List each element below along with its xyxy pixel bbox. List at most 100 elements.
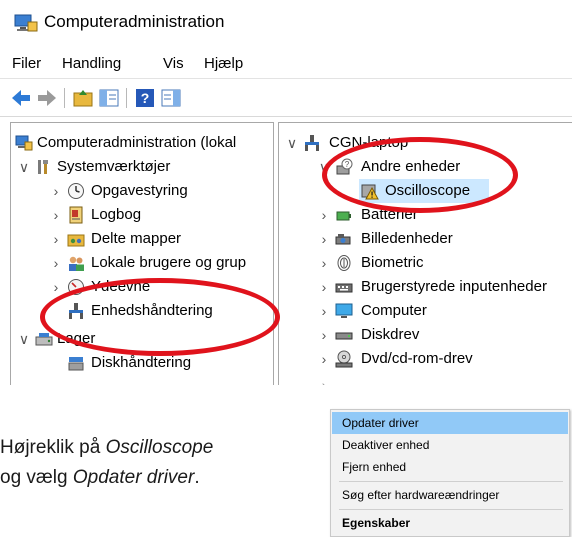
chevron-down-icon[interactable]: ∨ xyxy=(317,155,331,179)
tree-item-disk-management[interactable]: Diskhåndtering xyxy=(11,351,273,375)
context-menu: Opdater driver Deaktiver enhed Fjern enh… xyxy=(330,409,570,537)
chevron-right-icon[interactable]: › xyxy=(317,347,331,371)
disk-drive-icon xyxy=(335,332,353,340)
tree-label: Delte mapper xyxy=(91,230,182,247)
tree-label: Andre enheder xyxy=(361,158,461,175)
camera-icon xyxy=(335,234,351,245)
device-group-dvd[interactable]: › Dvd/cd-rom-drev xyxy=(279,347,572,371)
device-group-biometric[interactable]: › Biometric xyxy=(279,251,572,275)
menu-item-scan-hardware[interactable]: Søg efter hardwareændringer xyxy=(332,484,568,506)
tree-item-performance[interactable]: › Ydeevne xyxy=(11,275,273,299)
menu-item-label: Opdater driver xyxy=(342,416,419,430)
tree-label: Biometric xyxy=(361,254,424,271)
svg-text:?: ? xyxy=(141,90,150,106)
tree-item-device-manager[interactable]: Enhedshåndtering xyxy=(11,299,273,323)
device-group-partial: › xyxy=(279,373,572,385)
menu-item-label: Deaktiver enhed xyxy=(342,438,430,452)
chevron-right-icon[interactable]: › xyxy=(317,203,331,227)
show-action-pane-icon[interactable] xyxy=(160,87,182,109)
chevron-down-icon[interactable]: ∨ xyxy=(285,131,299,155)
tree-label: Computeradministration (lokal xyxy=(37,134,237,151)
tree-label: Systemværktøjer xyxy=(57,158,171,175)
menu-view[interactable]: Vis xyxy=(163,55,184,72)
device-manager-icon xyxy=(305,135,319,151)
console-tree-pane: Computeradministration (lokal ∨ Systemvæ… xyxy=(10,122,274,385)
menu-item-label: Egenskaber xyxy=(342,516,411,530)
tree-item-storage[interactable]: ∨ Lager xyxy=(11,327,273,351)
title-bar: Computeradministration xyxy=(0,0,572,46)
chevron-down-icon[interactable]: ∨ xyxy=(17,327,31,351)
menu-item-update-driver[interactable]: Opdater driver xyxy=(332,412,568,434)
back-arrow-icon[interactable] xyxy=(10,87,32,109)
chevron-right-icon[interactable]: › xyxy=(317,275,331,299)
tree-label: Oscilloscope xyxy=(385,182,471,199)
menu-item-disable-device[interactable]: Deaktiver enhed xyxy=(332,434,568,456)
chevron-right-icon[interactable]: › xyxy=(49,275,63,299)
menu-item-label: Søg efter hardwareændringer xyxy=(342,488,500,502)
tree-label: Dvd/cd-rom-drev xyxy=(361,350,473,367)
chevron-right-icon: › xyxy=(321,377,327,385)
forward-arrow-icon[interactable] xyxy=(36,87,58,109)
device-group-disk-drives[interactable]: › Diskdrev xyxy=(279,323,572,347)
menu-separator xyxy=(339,509,563,510)
device-tree-pane: ∨ CGN-laptop ∨ ? Andre enheder Oscillosc… xyxy=(278,122,572,385)
warning-device-icon xyxy=(361,184,379,200)
menu-separator xyxy=(339,481,563,482)
tree-label: Brugerstyrede inputenheder xyxy=(361,278,547,295)
tree-item-shared-folders[interactable]: › Delte mapper xyxy=(11,227,273,251)
chevron-right-icon[interactable]: › xyxy=(49,203,63,227)
event-log-icon xyxy=(69,206,83,224)
tree-item-local-users[interactable]: › Lokale brugere og grup xyxy=(11,251,273,275)
menu-item-properties[interactable]: Egenskaber xyxy=(332,512,568,534)
device-group-computer[interactable]: › Computer xyxy=(279,299,572,323)
chevron-right-icon[interactable]: › xyxy=(317,323,331,347)
chevron-right-icon[interactable]: › xyxy=(317,299,331,323)
help-icon[interactable]: ? xyxy=(134,87,156,109)
menu-action[interactable]: Handling xyxy=(62,55,121,72)
chevron-right-icon[interactable]: › xyxy=(49,251,63,275)
tree-label: Billedenheder xyxy=(361,230,453,247)
device-manager-icon xyxy=(69,303,83,319)
device-group-imaging[interactable]: › Billedenheder xyxy=(279,227,572,251)
unknown-device-icon: ? xyxy=(336,158,353,175)
keyboard-icon xyxy=(335,283,353,293)
menu-file[interactable]: Filer xyxy=(12,55,41,72)
device-group-batteries[interactable]: › Batterier xyxy=(279,203,572,227)
instruction-middle: og vælg xyxy=(0,467,73,488)
menu-help[interactable]: Hjælp xyxy=(204,55,243,72)
chevron-right-icon[interactable]: › xyxy=(317,227,331,251)
chevron-right-icon[interactable]: › xyxy=(49,227,63,251)
tree-item-event-viewer[interactable]: › Logbog xyxy=(11,203,273,227)
computer-management-icon xyxy=(14,14,38,32)
tree-label: Lokale brugere og grup xyxy=(91,254,247,271)
performance-gauge-icon xyxy=(68,279,84,295)
menu-item-label: Fjern enhed xyxy=(342,460,407,474)
tree-label: CGN-laptop xyxy=(329,134,409,151)
menu-item-uninstall-device[interactable]: Fjern enhed xyxy=(332,456,568,478)
up-folder-icon[interactable] xyxy=(72,87,94,109)
device-group-hid[interactable]: › Brugerstyrede inputenheder xyxy=(279,275,572,299)
toolbar-separator xyxy=(64,88,65,108)
device-root-computer[interactable]: ∨ CGN-laptop xyxy=(279,131,572,155)
chevron-right-icon[interactable]: › xyxy=(49,179,63,203)
tree-label: Computer xyxy=(361,302,427,319)
tree-item-computer-management[interactable]: Computeradministration (lokal xyxy=(11,131,273,155)
tree-item-system-tools[interactable]: ∨ Systemværktøjer xyxy=(11,155,273,179)
device-item-oscilloscope[interactable]: Oscilloscope xyxy=(359,179,489,203)
disk-management-icon xyxy=(68,357,84,371)
device-group-other-devices[interactable]: ∨ ? Andre enheder xyxy=(279,155,572,179)
toolbar-separator xyxy=(126,88,127,108)
svg-text:?: ? xyxy=(345,160,350,169)
computer-management-window: Computeradministration Filer Handling Vi… xyxy=(0,0,572,385)
instruction-text: Højreklik på Oscilloscope og vælg Opdate… xyxy=(0,433,300,493)
tree-item-task-scheduler[interactable]: › Opgavestyring xyxy=(11,179,273,203)
chevron-right-icon[interactable]: › xyxy=(317,251,331,275)
show-console-tree-icon[interactable] xyxy=(98,87,120,109)
tools-icon xyxy=(38,160,48,174)
chevron-down-icon[interactable]: ∨ xyxy=(17,155,31,179)
instruction-prefix: Højreklik på xyxy=(0,437,106,458)
storage-icon xyxy=(35,333,53,346)
instruction-suffix: . xyxy=(194,467,200,488)
tree-label: Logbog xyxy=(91,206,142,223)
instruction-target: Oscilloscope xyxy=(105,437,214,458)
